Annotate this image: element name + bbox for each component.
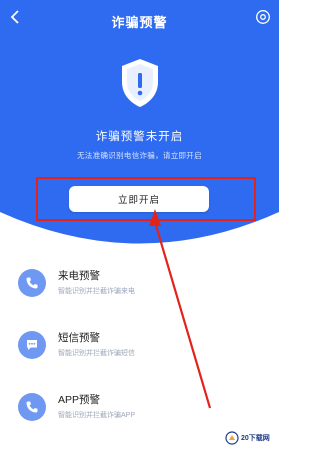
status-subtitle: 无法准确识别电信诈骗，请立即开启 (77, 151, 202, 160)
message-icon (18, 331, 46, 359)
app-icon (18, 393, 46, 421)
gear-icon[interactable] (255, 9, 271, 25)
feature-sms-warning[interactable]: 短信预警 智能识别并拦截诈骗短信 (18, 328, 258, 368)
feature-app-warning[interactable]: APP预警 智能识别并拦截诈骗APP (18, 390, 258, 430)
phone-icon (18, 269, 46, 297)
feature-label: 来电预警 (58, 270, 100, 282)
feature-desc: 智能识别并拦截诈骗APP (58, 412, 136, 419)
watermark-logo-icon (225, 431, 239, 445)
feature-label: APP预警 (58, 394, 101, 406)
annotation-highlight-box (36, 177, 256, 221)
status-text: 诈骗预警未开启 (95, 131, 184, 143)
feature-call-warning[interactable]: 来电预警 智能识别并拦截诈骗来电 (18, 266, 258, 306)
watermark: 20下载网 (225, 430, 275, 446)
feature-desc: 智能识别并拦截诈骗短信 (58, 350, 135, 357)
shield-warning-icon (122, 59, 158, 107)
top-bar: 诈骗预警 (0, 0, 279, 40)
feature-label: 短信预警 (58, 332, 100, 344)
watermark-text: 20下载网 (241, 435, 270, 442)
page-title: 诈骗预警 (111, 15, 168, 30)
feature-desc: 智能识别并拦截诈骗来电 (58, 288, 135, 295)
